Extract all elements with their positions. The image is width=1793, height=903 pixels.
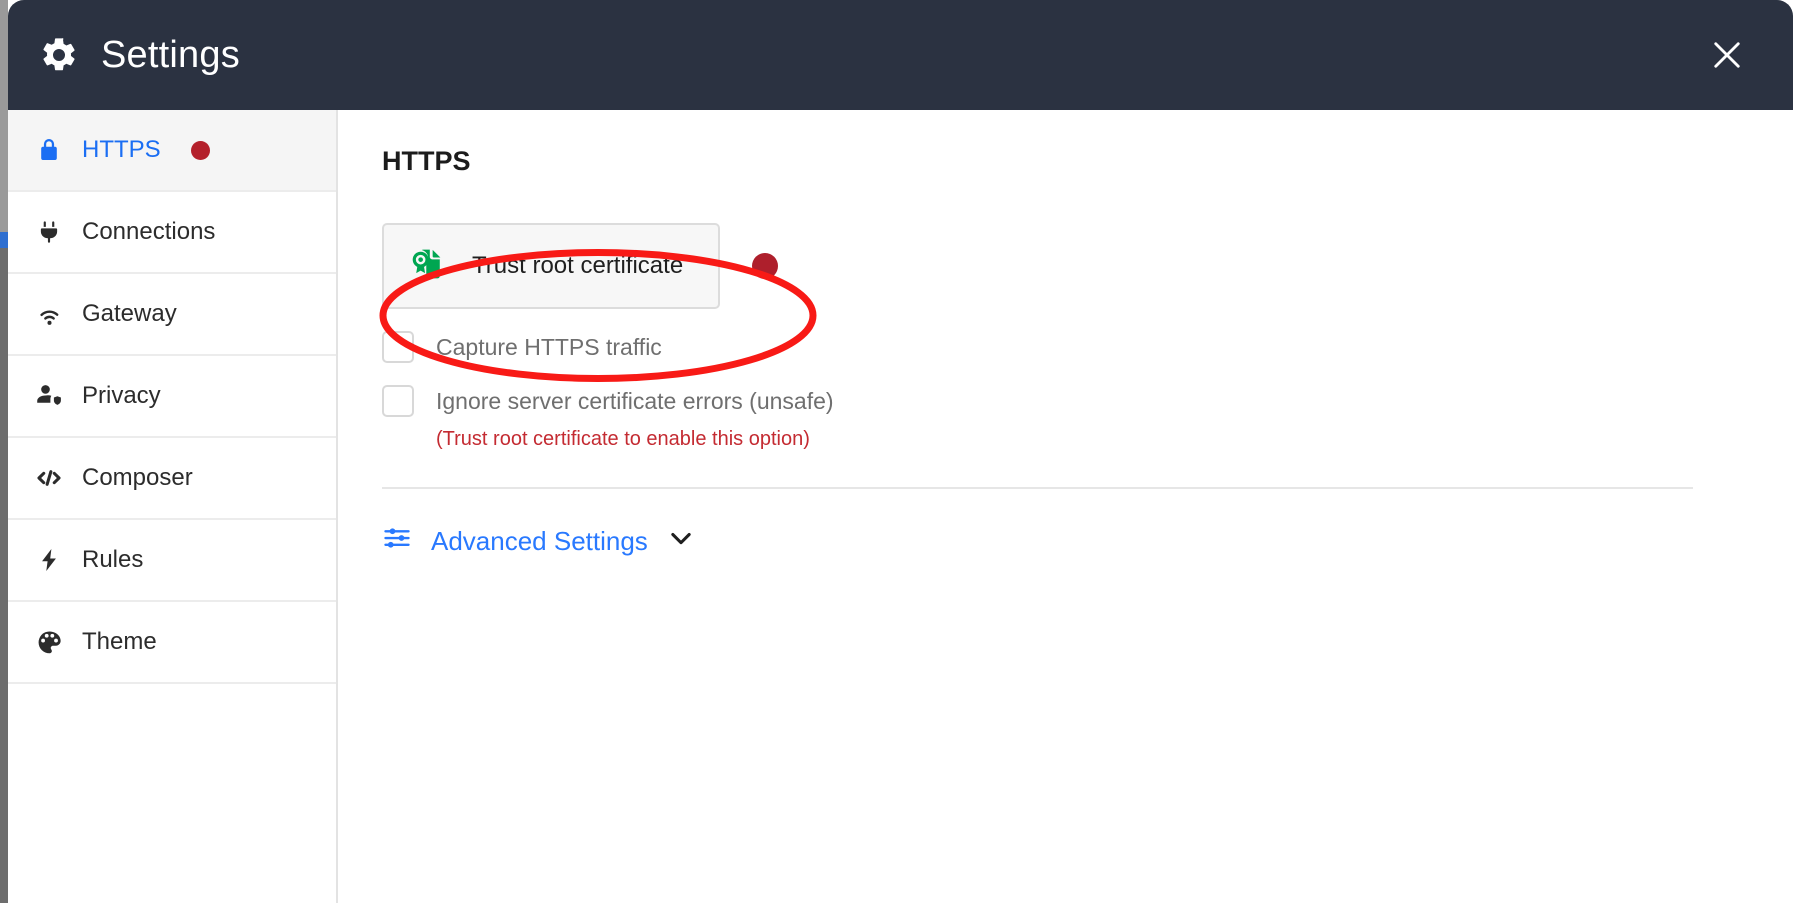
sidebar-item-label: HTTPS [82, 136, 161, 163]
advanced-settings-toggle[interactable]: Advanced Settings [382, 523, 695, 558]
sidebar-item-rules[interactable]: Rules [8, 520, 336, 602]
settings-content-panel: HTTPS Trust root certificate Capture HTT… [338, 110, 1793, 903]
sidebar-item-gateway[interactable]: Gateway [8, 274, 336, 356]
palette-icon [34, 629, 64, 656]
sidebar-item-privacy[interactable]: Privacy [8, 356, 336, 438]
dialog-titlebar: Settings [8, 0, 1793, 110]
sidebar-item-composer[interactable]: Composer [8, 438, 336, 520]
sidebar-item-theme[interactable]: Theme [8, 602, 336, 684]
settings-dialog: Settings HTTPS Connections Gateway Priva… [8, 0, 1793, 903]
ignore-cert-errors-row[interactable]: Ignore server certificate errors (unsafe… [382, 385, 1745, 417]
capture-https-traffic-label: Capture HTTPS traffic [436, 333, 662, 360]
sidebar-item-label: Composer [82, 464, 193, 491]
certificate-status-dot [752, 253, 778, 279]
trust-certificate-row: Trust root certificate [382, 223, 1745, 309]
wifi-icon [34, 301, 64, 328]
sidebar-item-connections[interactable]: Connections [8, 192, 336, 274]
sidebar-item-label: Connections [82, 218, 216, 245]
sidebar-item-label: Rules [82, 546, 144, 573]
trust-root-certificate-button[interactable]: Trust root certificate [382, 223, 720, 309]
chevron-down-icon[interactable] [667, 524, 695, 557]
lock-icon [34, 137, 64, 163]
sliders-icon [382, 523, 412, 558]
sidebar-item-label: Gateway [82, 300, 177, 327]
sidebar-item-label: Privacy [82, 382, 161, 409]
dialog-body: HTTPS Connections Gateway Privacy Compos… [8, 110, 1793, 903]
ignore-cert-errors-label: Ignore server certificate errors (unsafe… [436, 387, 834, 414]
sidebar-item-label: Theme [82, 628, 157, 655]
page-title: HTTPS [382, 146, 471, 176]
certificate-icon [410, 246, 446, 287]
titlebar-left-group: Settings [39, 35, 240, 75]
user-shield-icon [34, 382, 64, 410]
ignore-cert-errors-hint: (Trust root certificate to enable this o… [436, 428, 810, 450]
background-app-strip-accent [0, 232, 8, 248]
trust-root-certificate-label: Trust root certificate [472, 252, 684, 279]
close-icon[interactable] [1703, 31, 1751, 79]
sidebar-status-dot [190, 140, 210, 160]
plug-icon [34, 219, 64, 245]
advanced-settings-label: Advanced Settings [431, 525, 648, 556]
dialog-title: Settings [101, 34, 240, 76]
screenshot-root: Settings HTTPS Connections Gateway Priva… [0, 0, 1793, 903]
lightning-icon [34, 547, 64, 573]
gear-icon [39, 35, 79, 75]
ignore-cert-errors-checkbox[interactable] [382, 385, 414, 417]
sidebar-item-https[interactable]: HTTPS [8, 110, 336, 192]
settings-sidebar: HTTPS Connections Gateway Privacy Compos… [8, 110, 338, 903]
content-divider [382, 487, 1693, 489]
code-icon [34, 464, 64, 492]
background-app-strip-top [0, 0, 8, 232]
capture-https-traffic-row[interactable]: Capture HTTPS traffic [382, 331, 1745, 363]
capture-https-traffic-checkbox[interactable] [382, 331, 414, 363]
